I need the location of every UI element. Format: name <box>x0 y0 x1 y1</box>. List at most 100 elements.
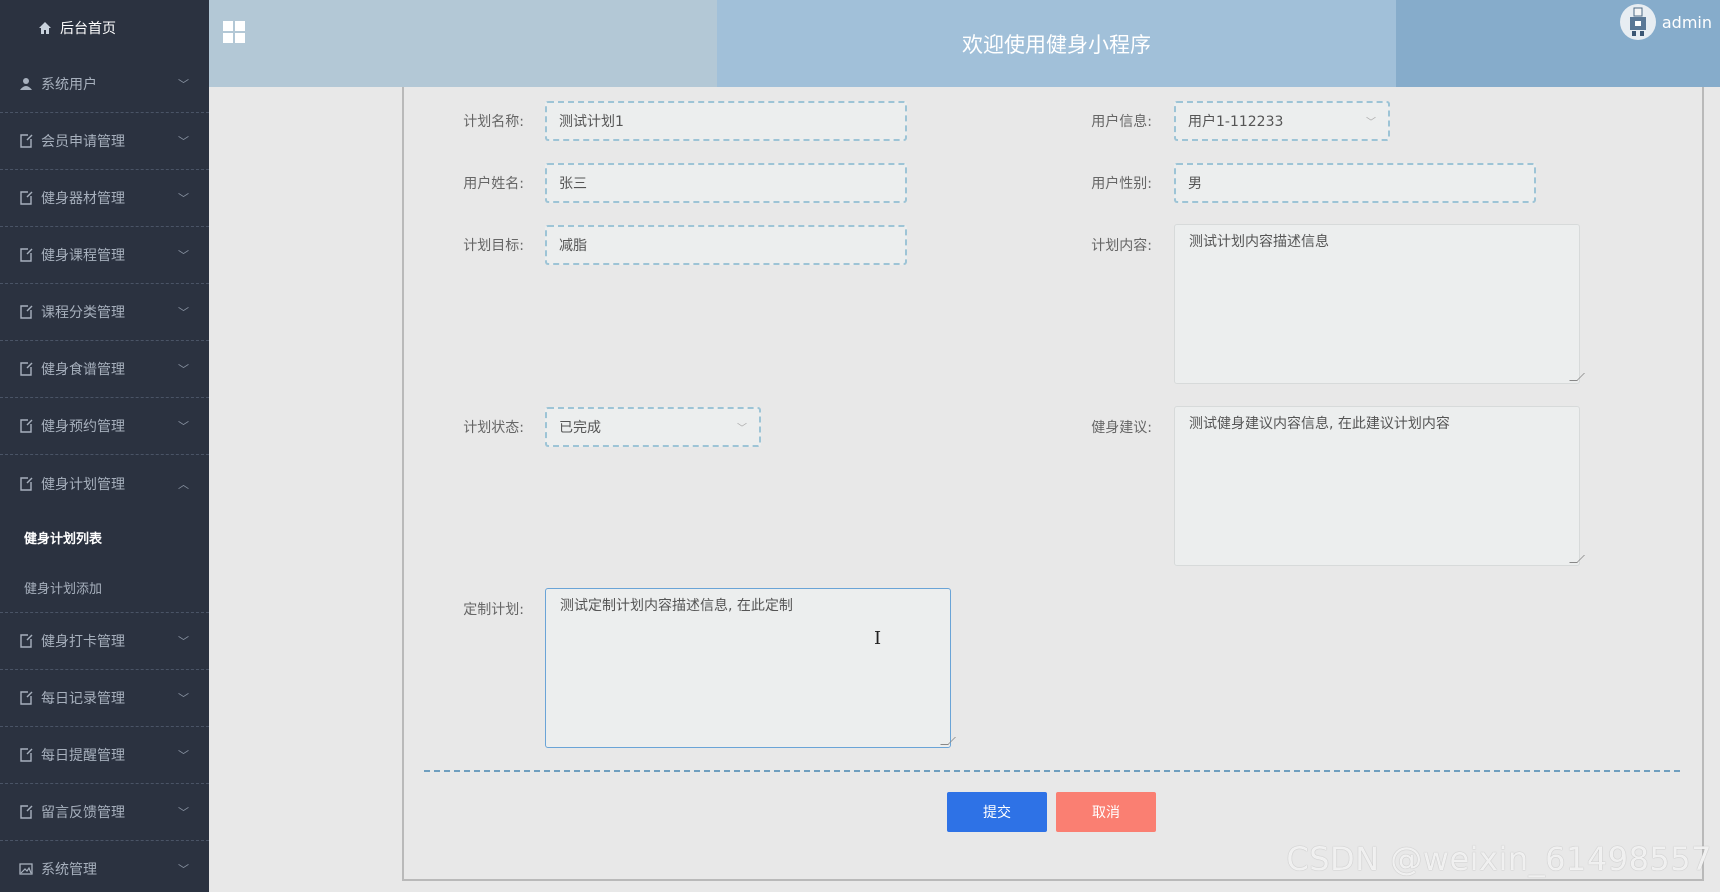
sidebar-item-membership[interactable]: 会员申请管理 ﹀ <box>0 113 209 170</box>
custom-plan-label: 定制计划: <box>463 602 524 618</box>
resize-handle[interactable] <box>1569 373 1585 381</box>
sidebar-item-recipes[interactable]: 健身食谱管理 ﹀ <box>0 341 209 398</box>
user-gender-label: 用户性别: <box>1091 176 1152 192</box>
sidebar-item-system-management[interactable]: 系统管理 ﹀ <box>0 841 209 892</box>
chevron-down-icon: ﹀ <box>178 363 189 376</box>
document-icon <box>18 747 34 763</box>
user-name-label: 用户姓名: <box>463 176 524 192</box>
fitness-advice-textarea[interactable]: 测试健身建议内容信息, 在此建议计划内容 <box>1174 406 1585 566</box>
chevron-down-icon: ﹀ <box>737 423 747 435</box>
chevron-down-icon: ﹀ <box>178 635 189 648</box>
sidebar-item-plans[interactable]: 健身计划管理 ︿ <box>0 455 209 512</box>
document-icon <box>18 190 34 206</box>
sidebar-item-label: 系统管理 <box>41 862 97 878</box>
page-title: 欢迎使用健身小程序 <box>717 0 1396 87</box>
header-right: admin <box>1396 0 1720 87</box>
plan-name-input[interactable]: 测试计划1 <box>545 101 907 141</box>
sidebar-item-daily-record[interactable]: 每日记录管理 ﹀ <box>0 670 209 727</box>
cancel-button[interactable]: 取消 <box>1056 792 1156 832</box>
document-icon <box>18 804 34 820</box>
plan-goal-label: 计划目标: <box>463 238 524 254</box>
sidebar-home[interactable]: 后台首页 <box>0 0 209 56</box>
watermark: CSDN @weixin_61498557 <box>1286 840 1712 878</box>
user-name-input[interactable]: 张三 <box>545 163 907 203</box>
submit-button[interactable]: 提交 <box>947 792 1047 832</box>
plan-status-label: 计划状态: <box>463 420 524 436</box>
header-left <box>209 0 717 87</box>
sidebar-item-label: 会员申请管理 <box>41 134 125 150</box>
chevron-down-icon: ﹀ <box>178 249 189 262</box>
home-label: 后台首页 <box>60 21 116 37</box>
sidebar-item-feedback[interactable]: 留言反馈管理 ﹀ <box>0 784 209 841</box>
sidebar: 后台首页 系统用户 ﹀ 会员申请管理 ﹀ 健身器材管理 ﹀ 健身课程管理 ﹀ 课… <box>0 0 209 892</box>
document-icon <box>18 690 34 706</box>
document-icon <box>18 476 34 492</box>
fitness-advice-label: 健身建议: <box>1091 420 1152 436</box>
document-icon <box>18 133 34 149</box>
document-icon <box>18 361 34 377</box>
chevron-down-icon: ﹀ <box>178 806 189 819</box>
sidebar-item-label: 系统用户 <box>41 77 97 93</box>
sidebar-item-label: 课程分类管理 <box>41 305 125 321</box>
sidebar-item-course-category[interactable]: 课程分类管理 ﹀ <box>0 284 209 341</box>
user-info-label: 用户信息: <box>1091 114 1152 130</box>
home-icon <box>39 22 51 34</box>
sidebar-item-label: 健身器材管理 <box>41 191 125 207</box>
sidebar-item-label: 每日提醒管理 <box>41 748 125 764</box>
user-icon <box>18 76 34 92</box>
user-info-select[interactable]: 用户1-112233 ﹀ <box>1174 101 1390 141</box>
sidebar-item-daily-reminder[interactable]: 每日提醒管理 ﹀ <box>0 727 209 784</box>
chevron-down-icon: ﹀ <box>178 749 189 762</box>
resize-handle[interactable] <box>940 737 956 745</box>
plan-content-text: 测试计划内容描述信息 <box>1189 234 1329 250</box>
plan-content-label: 计划内容: <box>1091 238 1152 254</box>
sidebar-item-courses[interactable]: 健身课程管理 ﹀ <box>0 227 209 284</box>
sidebar-submenu-plans: 健身计划列表 健身计划添加 <box>0 512 209 613</box>
username: admin <box>1661 12 1712 32</box>
sidebar-item-label: 健身食谱管理 <box>41 362 125 378</box>
chevron-up-icon: ︿ <box>178 477 189 491</box>
plan-status-select[interactable]: 已完成 ﹀ <box>545 407 761 447</box>
text-cursor-icon: I <box>874 628 882 649</box>
sidebar-subitem-plan-list[interactable]: 健身计划列表 <box>0 512 209 562</box>
sidebar-item-system-users[interactable]: 系统用户 ﹀ <box>0 56 209 113</box>
fitness-advice-text: 测试健身建议内容信息, 在此建议计划内容 <box>1189 416 1450 432</box>
plan-goal-input[interactable]: 减脂 <box>545 225 907 265</box>
sidebar-item-checkin[interactable]: 健身打卡管理 ﹀ <box>0 613 209 670</box>
chevron-down-icon: ﹀ <box>178 135 189 148</box>
plan-name-label: 计划名称: <box>463 114 524 130</box>
chevron-down-icon: ﹀ <box>178 420 189 433</box>
document-icon <box>18 304 34 320</box>
chevron-down-icon: ﹀ <box>178 306 189 319</box>
sidebar-item-label: 健身课程管理 <box>41 248 125 264</box>
plan-status-value: 已完成 <box>559 420 601 436</box>
top-header: 欢迎使用健身小程序 admin <box>209 0 1720 87</box>
plan-content-textarea[interactable]: 测试计划内容描述信息 <box>1174 224 1585 384</box>
sidebar-item-reservations[interactable]: 健身预约管理 ﹀ <box>0 398 209 455</box>
image-icon <box>18 861 34 877</box>
sidebar-subitem-plan-add[interactable]: 健身计划添加 <box>0 562 209 612</box>
sidebar-item-label: 健身计划管理 <box>41 476 125 493</box>
menu-toggle-grid-icon[interactable] <box>223 21 245 43</box>
chevron-down-icon: ﹀ <box>1366 117 1376 129</box>
plan-edit-form: 计划名称: 测试计划1 用户信息: 用户1-112233 ﹀ 用户姓名: 张三 … <box>402 87 1704 881</box>
sidebar-item-label: 健身打卡管理 <box>41 634 125 650</box>
sidebar-item-label: 留言反馈管理 <box>41 805 125 821</box>
user-menu[interactable]: admin <box>1619 4 1712 40</box>
avatar <box>1619 4 1656 40</box>
chevron-down-icon: ﹀ <box>178 78 189 91</box>
document-icon <box>18 633 34 649</box>
chevron-down-icon: ﹀ <box>178 192 189 205</box>
document-icon <box>18 418 34 434</box>
sidebar-item-label: 健身预约管理 <box>41 419 125 435</box>
document-icon <box>18 247 34 263</box>
custom-plan-text: 测试定制计划内容描述信息, 在此定制 <box>560 598 793 614</box>
form-divider <box>424 770 1680 772</box>
resize-handle[interactable] <box>1569 555 1585 563</box>
custom-plan-textarea[interactable]: 测试定制计划内容描述信息, 在此定制 <box>545 588 956 748</box>
chevron-down-icon: ﹀ <box>178 863 189 876</box>
sidebar-item-equipment[interactable]: 健身器材管理 ﹀ <box>0 170 209 227</box>
user-gender-input[interactable]: 男 <box>1174 163 1536 203</box>
user-info-value: 用户1-112233 <box>1188 114 1284 130</box>
sidebar-item-label: 每日记录管理 <box>41 691 125 707</box>
